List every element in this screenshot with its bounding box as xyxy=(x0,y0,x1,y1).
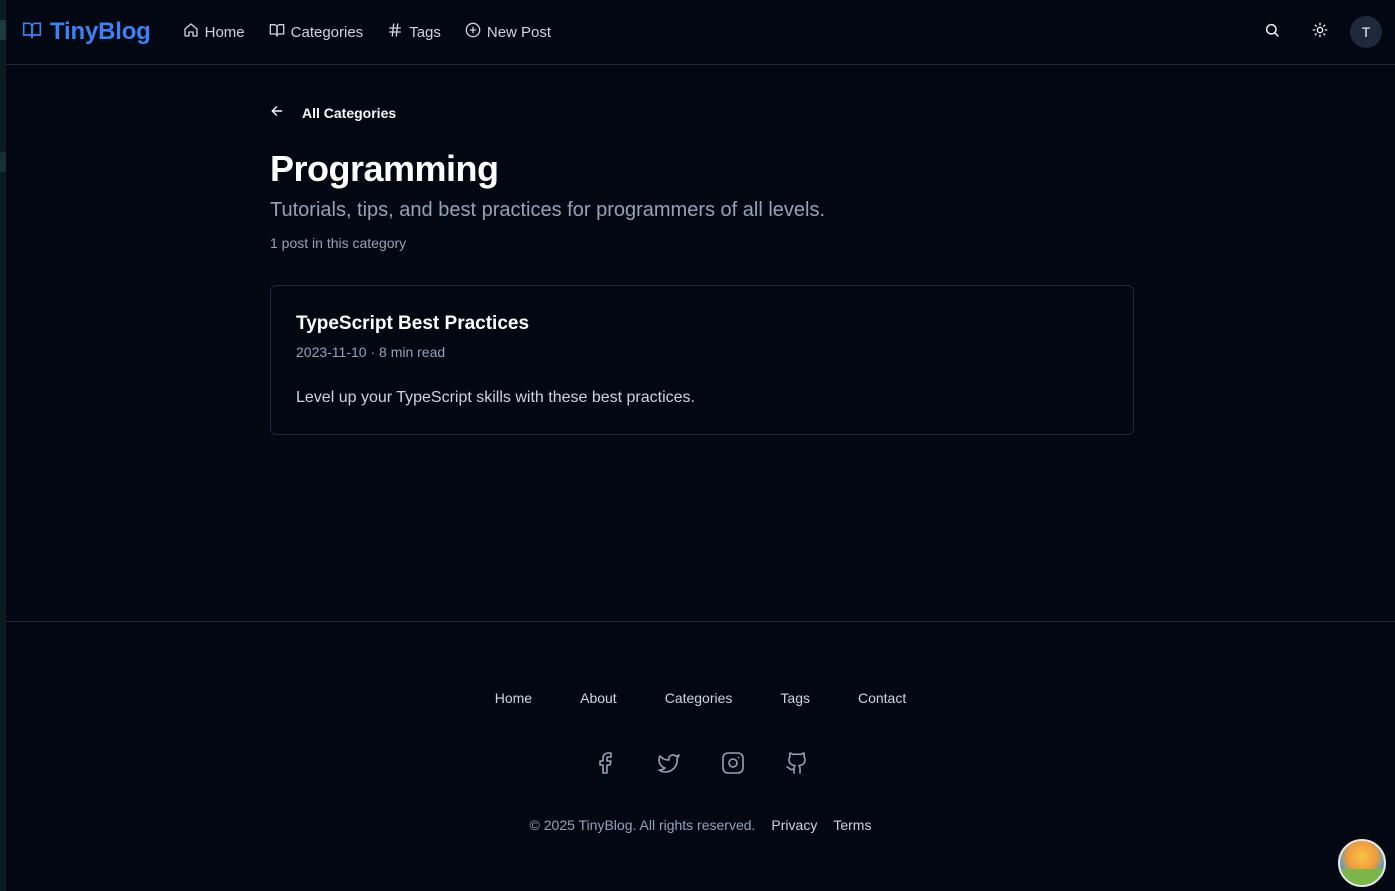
plus-circle-icon xyxy=(465,22,481,42)
nav-categories-label: Categories xyxy=(290,23,364,41)
social-links xyxy=(6,751,1395,775)
facebook-icon[interactable] xyxy=(593,751,617,775)
post-excerpt: Level up your TypeScript skills with the… xyxy=(296,389,695,406)
footer-link-contact[interactable]: Contact xyxy=(858,690,906,706)
instagram-icon[interactable] xyxy=(721,751,745,775)
brand-link[interactable]: TinyBlog xyxy=(22,18,151,46)
site-footer: Home About Categories Tags Contact © 202… xyxy=(6,621,1395,891)
brand-name: TinyBlog xyxy=(50,18,151,45)
twitter-icon[interactable] xyxy=(657,751,681,775)
post-title[interactable]: TypeScript Best Practices xyxy=(296,313,529,335)
footer-link-about[interactable]: About xyxy=(580,690,617,706)
nav-new-post-label: New Post xyxy=(486,23,552,41)
header-actions: T xyxy=(1248,12,1382,52)
nav-categories[interactable]: Categories xyxy=(269,22,364,42)
arrow-left-icon xyxy=(270,104,284,121)
footer-link-categories[interactable]: Categories xyxy=(665,690,733,706)
theme-toggle-button[interactable] xyxy=(1296,12,1344,52)
nav-tags[interactable]: Tags xyxy=(387,22,441,42)
nav-home[interactable]: Home xyxy=(183,22,245,42)
window-edge-marker xyxy=(0,152,6,172)
github-icon[interactable] xyxy=(785,751,809,775)
floating-app-badge[interactable] xyxy=(1338,839,1386,887)
privacy-link[interactable]: Privacy xyxy=(771,817,817,833)
post-meta: 2023-11-10 · 8 min read xyxy=(296,344,446,360)
search-button[interactable] xyxy=(1248,12,1296,52)
post-card[interactable]: TypeScript Best Practices 2023-11-10 · 8… xyxy=(270,285,1134,435)
footer-link-tags[interactable]: Tags xyxy=(780,690,810,706)
badge-ground xyxy=(1340,869,1384,885)
search-icon xyxy=(1264,22,1280,43)
site-header: TinyBlog Home Categories Tags New Post T xyxy=(6,0,1395,65)
main-nav: Home Categories Tags New Post xyxy=(183,22,551,42)
footer-bottom: © 2025 TinyBlog. All rights reserved. Pr… xyxy=(6,817,1395,833)
page-title: Programming xyxy=(270,148,499,189)
user-avatar[interactable]: T xyxy=(1350,16,1382,48)
home-icon xyxy=(183,22,199,42)
back-to-categories-link[interactable]: All Categories xyxy=(270,104,396,121)
copyright: © 2025 TinyBlog. All rights reserved. xyxy=(529,817,756,833)
book-open-icon xyxy=(22,20,42,45)
footer-links: Home About Categories Tags Contact xyxy=(6,690,1395,706)
terms-link[interactable]: Terms xyxy=(833,817,871,833)
back-link-label: All Categories xyxy=(302,104,397,121)
sun-icon xyxy=(1312,22,1328,43)
nav-tags-label: Tags xyxy=(409,23,441,41)
nav-home-label: Home xyxy=(204,23,245,41)
footer-link-home[interactable]: Home xyxy=(495,690,532,706)
category-description: Tutorials, tips, and best practices for … xyxy=(270,199,826,221)
post-count: 1 post in this category xyxy=(270,235,407,251)
book-icon xyxy=(269,22,285,42)
hash-icon xyxy=(387,22,403,42)
nav-new-post[interactable]: New Post xyxy=(465,22,551,42)
